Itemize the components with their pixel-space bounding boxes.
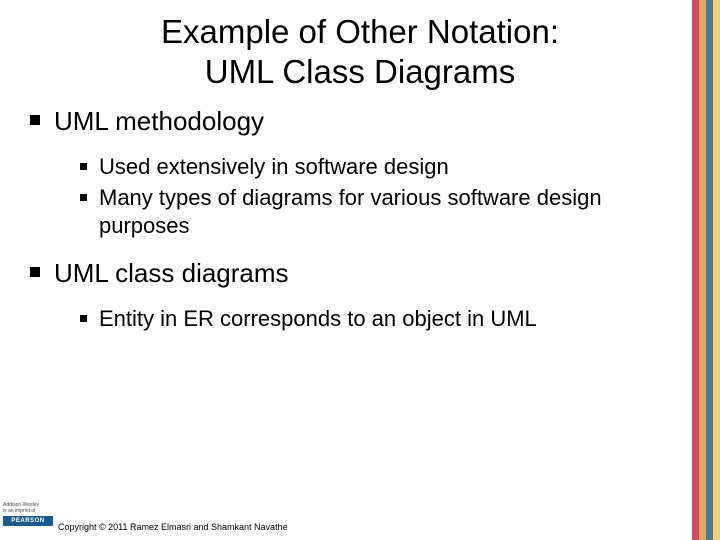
square-bullet-icon — [80, 163, 87, 170]
bullet-label: UML methodology — [54, 105, 264, 139]
slide-content: UML methodology Used extensively in soft… — [0, 91, 720, 351]
title-line-1: Example of Other Notation: — [161, 13, 559, 50]
bullet-label: Many types of diagrams for various softw… — [99, 184, 680, 239]
square-bullet-icon — [30, 267, 40, 277]
bullet-level-2: Entity in ER corresponds to an object in… — [80, 305, 680, 333]
bullet-label: UML class diagrams — [54, 257, 289, 291]
publisher-logo: Addison-Wesley is an imprint of PEARSON — [3, 503, 53, 537]
imprint-text: Addison-Wesley is an imprint of — [3, 503, 53, 514]
copyright-text: Copyright © 2011 Ramez Elmasri and Shamk… — [58, 522, 288, 532]
square-bullet-icon — [80, 194, 87, 201]
bullet-level-2: Used extensively in software design — [80, 153, 680, 181]
square-bullet-icon — [30, 115, 40, 125]
bullet-level-2: Many types of diagrams for various softw… — [80, 184, 680, 239]
bullet-label: Entity in ER corresponds to an object in… — [99, 305, 537, 333]
bullet-level-1: UML class diagrams — [30, 257, 680, 291]
title-line-2: UML Class Diagrams — [205, 53, 516, 90]
slide-title: Example of Other Notation: UML Class Dia… — [0, 0, 720, 91]
bullet-label: Used extensively in software design — [99, 153, 449, 181]
bullet-children: Entity in ER corresponds to an object in… — [30, 299, 680, 351]
pearson-brand-box: PEARSON — [3, 516, 53, 526]
bullet-level-1: UML methodology — [30, 105, 680, 139]
bullet-children: Used extensively in software design Many… — [30, 147, 680, 258]
square-bullet-icon — [80, 315, 87, 322]
decorative-stripe-right — [692, 0, 720, 540]
